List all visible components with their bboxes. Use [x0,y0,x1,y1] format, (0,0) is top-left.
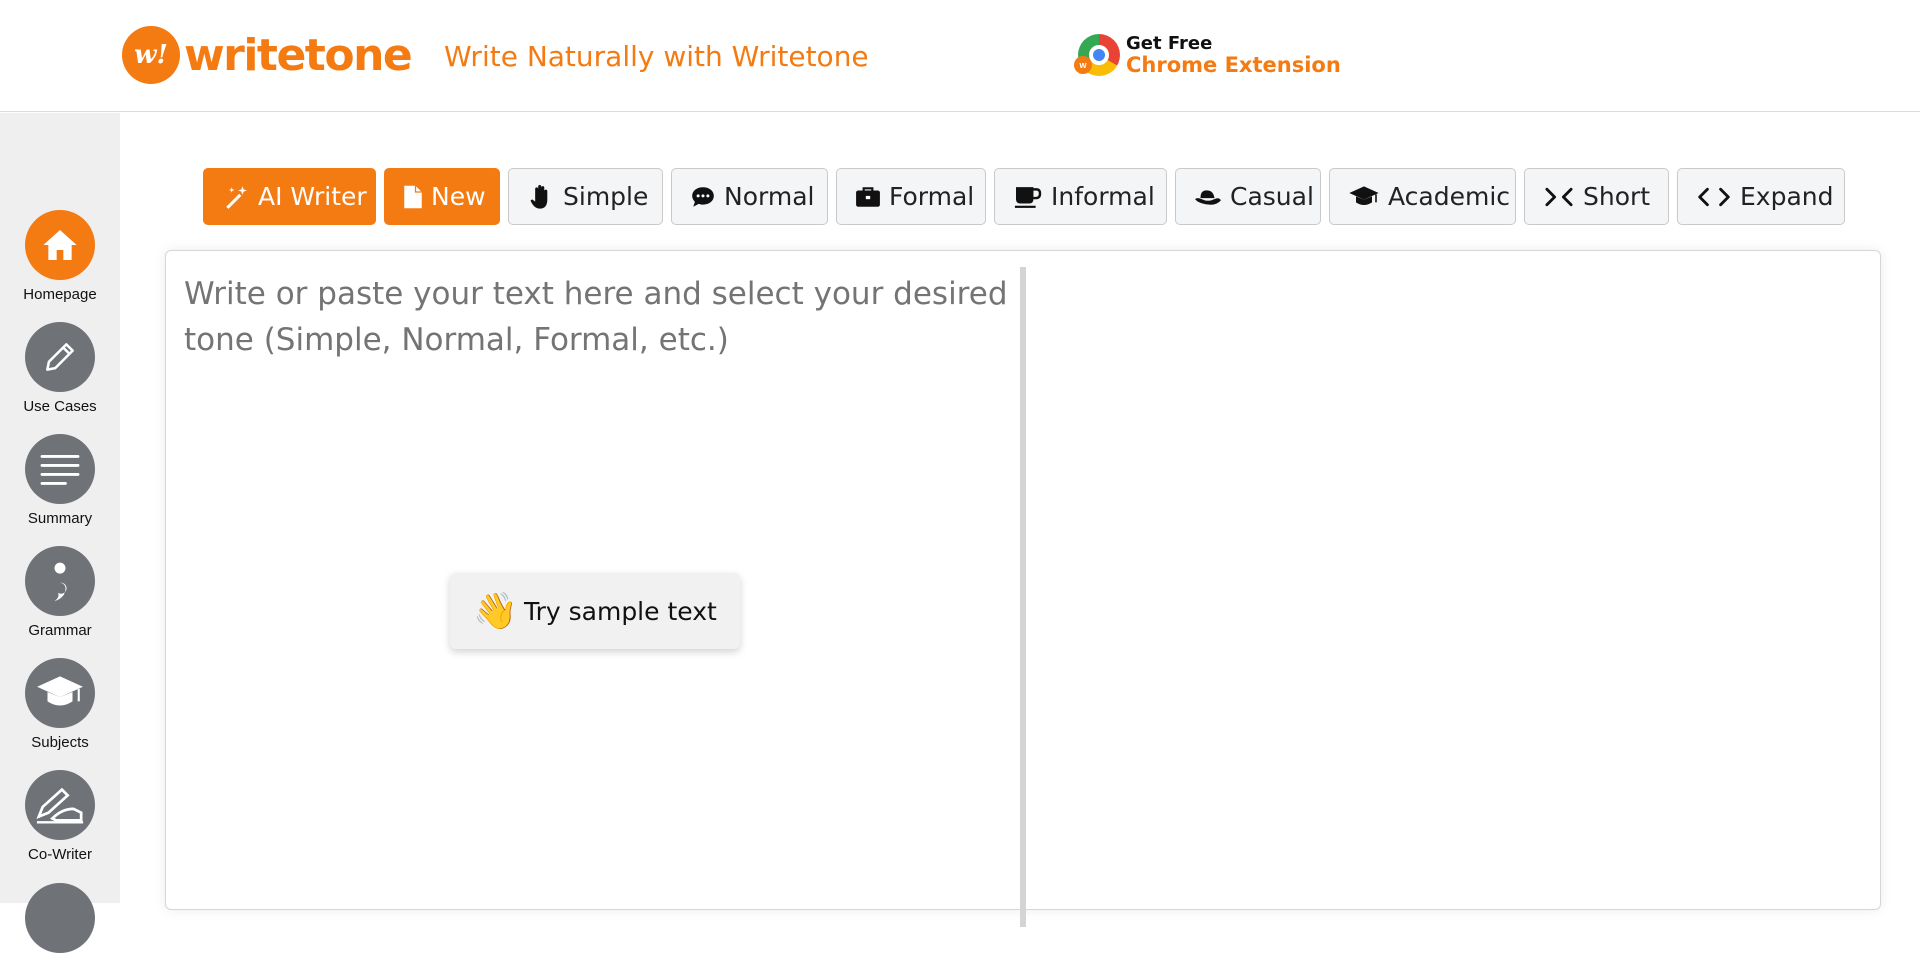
sidebar-item-co-writer[interactable]: Co-Writer [0,770,120,863]
sidebar: Homepage Use Cases Summary Grammar Subje… [0,113,120,953]
magic-wand-icon [222,184,250,210]
mug-icon [1013,185,1043,209]
logo-text: writetone [184,29,413,81]
sidebar-item-label: Use Cases [23,398,97,415]
header: w! writetone Write Naturally with Writet… [0,0,1920,112]
tab-label: New [431,182,486,211]
logo-mark-text: w! [134,40,168,70]
editor-divider[interactable] [1020,267,1026,927]
graduation-cap-icon [1348,185,1380,209]
sidebar-item-label: Homepage [23,286,97,303]
compress-icon [1543,186,1575,208]
sidebar-item-more[interactable] [0,883,120,953]
tone-toolbar: AI Writer New Simple Normal Formal Infor… [203,168,1845,225]
speech-bubble-icon [690,185,716,209]
try-sample-text-button[interactable]: 👋 Try sample text [450,573,740,649]
extension-line2: Chrome Extension [1126,52,1341,77]
chrome-icon: w [1074,34,1120,76]
waving-hand-icon: 👋 [473,591,518,632]
tab-new[interactable]: New [384,168,500,225]
tab-formal[interactable]: Formal [836,168,986,225]
writetone-logo[interactable]: w! writetone [122,26,413,84]
tab-label: Formal [889,182,975,211]
tab-label: Academic [1388,182,1511,211]
tab-label: Short [1583,182,1651,211]
handshake-pen-icon [25,770,95,840]
sidebar-item-subjects[interactable]: Subjects [0,658,120,751]
tab-label: Normal [724,182,815,211]
tab-ai-writer[interactable]: AI Writer [203,168,376,225]
writetone-badge-icon: w [1074,56,1092,74]
hat-icon [1194,186,1222,208]
sidebar-item-summary[interactable]: Summary [0,434,120,527]
graduation-cap-icon [25,658,95,728]
editor-panel: Write or paste your text here and select… [165,250,1881,927]
home-icon [25,210,95,280]
sample-button-label: Try sample text [524,596,717,626]
sidebar-item-label: Grammar [28,622,92,639]
text-input-area[interactable]: Write or paste your text here and select… [184,271,1014,363]
briefcase-icon [855,185,881,209]
tab-label: AI Writer [258,182,367,211]
more-icon [25,883,95,953]
lines-icon [25,434,95,504]
tab-simple[interactable]: Simple [508,168,663,225]
tab-label: Expand [1740,182,1834,211]
tab-informal[interactable]: Informal [994,168,1167,225]
logo-mark-icon: w! [122,26,180,84]
tab-normal[interactable]: Normal [671,168,828,225]
text-output-area[interactable] [1032,267,1872,907]
extension-line1: Get Free [1126,32,1213,54]
sidebar-item-label: Co-Writer [28,846,92,863]
sidebar-item-label: Summary [27,510,93,527]
code-icon [1696,186,1732,208]
sidebar-item-homepage[interactable]: Homepage [0,210,120,303]
tab-label: Simple [563,182,649,211]
tab-label: Casual [1230,182,1314,211]
sidebar-item-grammar[interactable]: Grammar [0,546,120,639]
file-icon [403,184,423,210]
tab-academic[interactable]: Academic [1329,168,1516,225]
chrome-extension-link[interactable]: w Get Free Chrome Extension [1074,32,1341,77]
tab-casual[interactable]: Casual [1175,168,1321,225]
tab-expand[interactable]: Expand [1677,168,1845,225]
input-placeholder: Write or paste your text here and select… [184,276,1008,358]
tab-label: Informal [1051,182,1155,211]
tab-short[interactable]: Short [1524,168,1669,225]
sidebar-item-label: Subjects [31,734,89,751]
semicolon-icon [25,546,95,616]
header-tagline: Write Naturally with Writetone [444,40,869,73]
pencil-icon [25,322,95,392]
sidebar-item-use-cases[interactable]: Use Cases [0,322,120,415]
hand-icon [527,183,555,211]
